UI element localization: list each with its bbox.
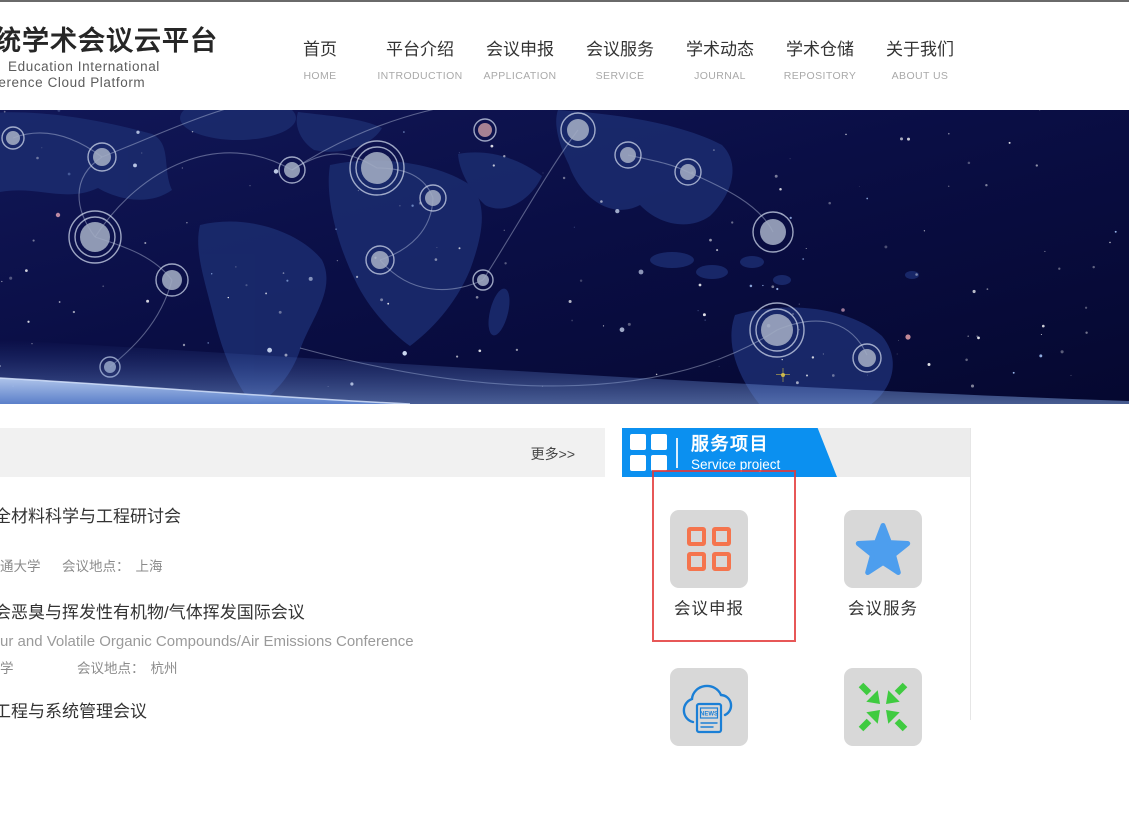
nav-label-zh: 首页 [270,40,370,60]
conference-title[interactable]: 会恶臭与挥发性有机物/气体挥发国际会议 [0,601,605,625]
conference-meta: 通大学 会议地点： 上海 [0,558,605,576]
conference-list-header: 更多>> [0,428,605,477]
nav-label-zh: 会议申报 [470,40,570,60]
conference-item: 工程与系统管理会议 [0,700,605,724]
service-tile [844,668,922,746]
nav-item-about[interactable]: 关于我们 ABOUT US [870,2,970,110]
page-top-border [0,0,1129,2]
blue-star-icon [855,522,911,576]
conference-subtitle-en: ur and Volatile Organic Compounds/Air Em… [0,632,605,652]
nav-label-en: JOURNAL [670,70,770,82]
service-title-en: Service project [691,457,780,472]
nav-item-service[interactable]: 会议服务 SERVICE [570,2,670,110]
nav-label-zh: 学术仓储 [770,40,870,60]
service-panel: 服务项目 Service project 会议申报 会议服务 [622,428,971,720]
conference-location-value: 上海 [136,558,163,576]
conference-meta: 学 会议地点： 杭州 [0,660,605,678]
hero-banner [0,110,1129,404]
conference-location-label: 会议地点： [77,660,145,678]
site-header: 统学术会议云平台 Education International ference… [0,2,1129,110]
logo-subtitle-line1: Education International [8,59,218,75]
main-nav: 首页 HOME 平台介绍 INTRODUCTION 会议申报 APPLICATI… [270,2,970,110]
logo-title: 统学术会议云平台 [0,27,218,56]
service-title-zh: 服务项目 [691,434,780,454]
conference-list-panel: 更多>> 全材料科学与工程研讨会 通大学 会议地点： 上海 会恶臭与挥发性有机物… [0,428,605,724]
nav-label-en: SERVICE [570,70,670,82]
service-header-titles: 服务项目 Service project [691,434,780,472]
nav-label-zh: 学术动态 [670,40,770,60]
conference-title[interactable]: 工程与系统管理会议 [0,700,605,724]
conference-item: 会恶臭与挥发性有机物/气体挥发国际会议 ur and Volatile Orga… [0,601,605,678]
cloud-news-icon: NEWS [680,680,738,734]
news-icon-text: NEWS [700,712,718,718]
nav-item-application[interactable]: 会议申报 APPLICATION [470,2,570,110]
service-header-flag: 服务项目 Service project [622,428,837,477]
nav-label-en: INTRODUCTION [370,70,470,82]
service-item-meeting-service[interactable]: 会议服务 [796,510,970,619]
conference-item: 全材料科学与工程研讨会 通大学 会议地点： 上海 [0,505,605,576]
service-item-label: 会议申报 [674,599,744,619]
logo-subtitle-line2: ference Cloud Platform [0,75,218,91]
nav-label-zh: 关于我们 [870,40,970,60]
service-panel-header: 服务项目 Service project [622,428,970,477]
more-link[interactable]: 更多>> [531,444,575,464]
nav-item-journal[interactable]: 学术动态 JOURNAL [670,2,770,110]
orange-grid-icon [687,527,731,571]
world-map-graphic [0,110,1129,404]
service-item-collect[interactable] [796,668,970,777]
white-grid-icon [630,434,667,471]
nav-label-en: REPOSITORY [770,70,870,82]
service-item-meeting-application[interactable]: 会议申报 [622,510,796,619]
site-logo[interactable]: 统学术会议云平台 Education International ference… [0,27,218,91]
conference-location-value: 杭州 [151,660,178,678]
conference-host: 通大学 [0,558,62,576]
nav-label-en: ABOUT US [870,70,970,82]
header-divider [676,438,678,468]
service-item-news-cloud[interactable]: NEWS [622,668,796,777]
conference-location-label: 会议地点： [62,558,130,576]
nav-label-en: APPLICATION [470,70,570,82]
nav-label-zh: 会议服务 [570,40,670,60]
nav-item-home[interactable]: 首页 HOME [270,2,370,110]
service-tile [844,510,922,588]
service-item-label: 会议服务 [848,599,918,619]
green-converge-arrows-icon [855,679,911,735]
nav-item-repository[interactable]: 学术仓储 REPOSITORY [770,2,870,110]
service-tile [670,510,748,588]
conference-title[interactable]: 全材料科学与工程研讨会 [0,505,605,529]
nav-label-zh: 平台介绍 [370,40,470,60]
service-tile: NEWS [670,668,748,746]
nav-item-introduction[interactable]: 平台介绍 INTRODUCTION [370,2,470,110]
conference-host: 学 [0,660,77,678]
nav-label-en: HOME [270,70,370,82]
service-items-grid: 会议申报 会议服务 NEWS [622,510,970,826]
